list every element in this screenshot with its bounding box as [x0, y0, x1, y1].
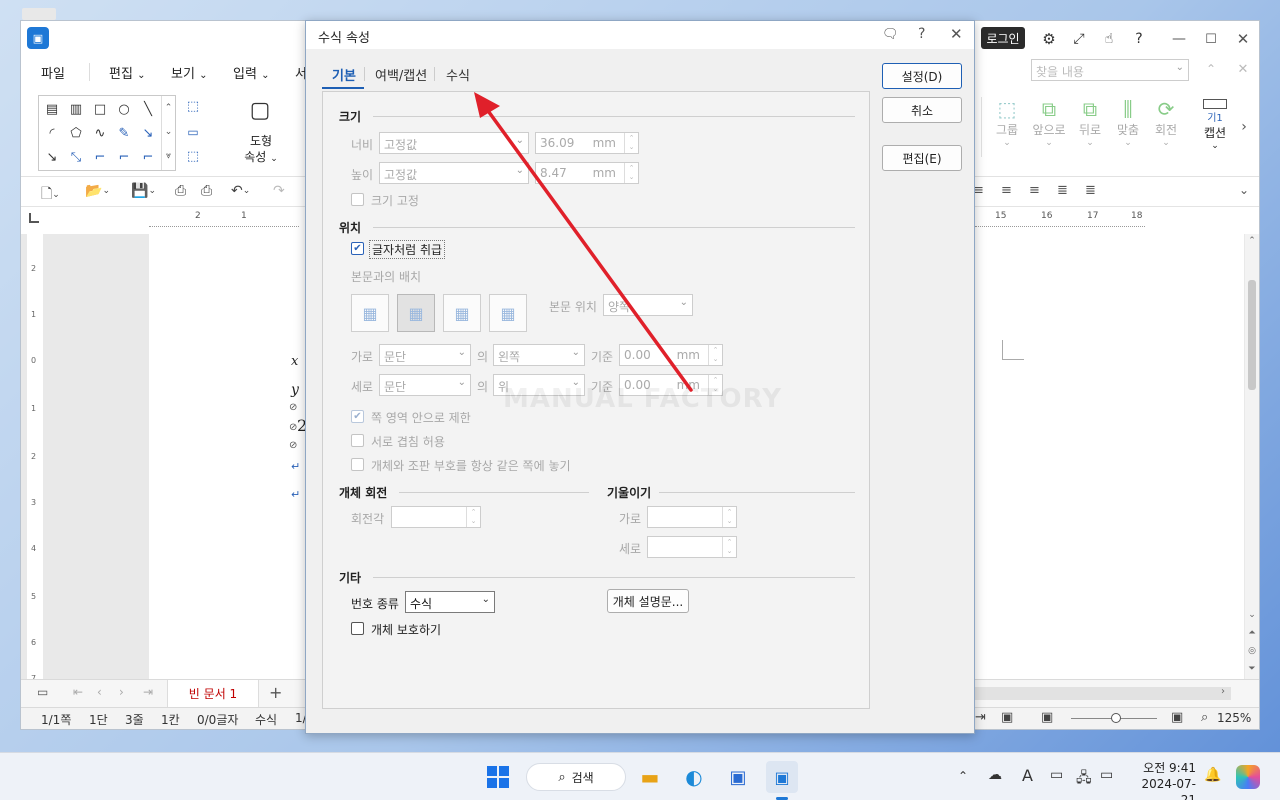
copilot-icon[interactable] [1236, 765, 1260, 789]
annotation-arrow [474, 92, 693, 392]
taskbar-search[interactable]: ⌕ 검색 [526, 763, 626, 791]
edge-icon[interactable]: ◐ [678, 761, 710, 793]
search-label: 검색 [571, 770, 594, 785]
battery-icon[interactable]: ▭ [1100, 767, 1113, 783]
taskbar: ⌕ 검색 ▬ ◐ ▣ ▣ ⌃ ☁ A ▭ 🖧 ▭ 오전 9:41 2024-07… [0, 752, 1280, 800]
clock-date: 2024-07-21 [1141, 777, 1196, 800]
ime-indicator[interactable]: A [1022, 766, 1033, 785]
clock[interactable]: 오전 9:41 2024-07-21 [1130, 760, 1196, 800]
hwp-app-icon[interactable]: ▣ [766, 761, 798, 793]
clipboard-icon[interactable]: ▭ [1050, 767, 1063, 783]
file-explorer-icon[interactable]: ▬ [634, 761, 666, 793]
store-icon[interactable]: ▣ [722, 761, 754, 793]
start-button[interactable] [482, 761, 514, 793]
network-icon[interactable]: 🖧 [1076, 767, 1092, 791]
search-icon: ⌕ [558, 769, 566, 785]
clock-time: 오전 9:41 [1143, 761, 1196, 775]
notification-bell-icon[interactable]: 🔔 [1204, 767, 1221, 783]
cloud-off-icon[interactable]: ☁ [988, 767, 1002, 783]
tray-overflow-icon[interactable]: ⌃ [958, 769, 968, 783]
windows-icon [487, 766, 509, 788]
